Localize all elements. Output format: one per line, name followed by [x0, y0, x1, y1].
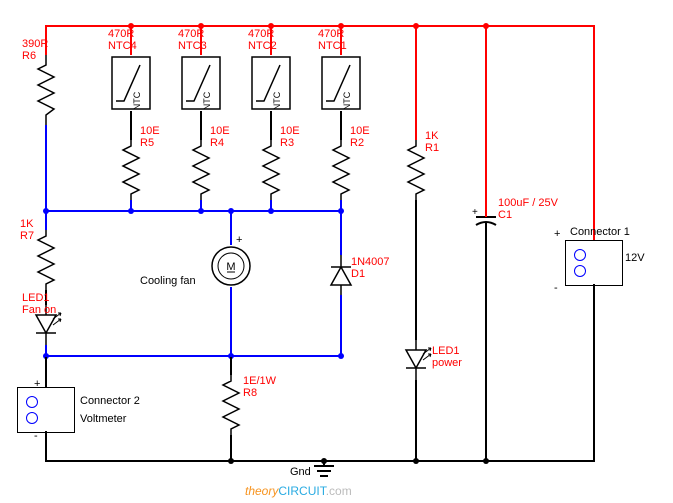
label-conn1-voltage: 12V — [625, 252, 645, 265]
resistor-r7 — [36, 230, 56, 295]
resistor-r4 — [191, 140, 211, 205]
junction — [228, 458, 234, 464]
wire — [415, 200, 417, 340]
label-conn1-plus: + — [554, 228, 560, 241]
connector-pin-icon — [26, 396, 38, 408]
label-r5-ref: R5 — [140, 137, 154, 150]
wire — [485, 235, 487, 460]
label-r7-ref: R7 — [20, 230, 34, 243]
wire — [485, 25, 487, 205]
junction — [483, 458, 489, 464]
wire — [230, 357, 232, 375]
led-power — [401, 340, 431, 385]
connector-pin-icon — [26, 412, 38, 424]
label-led-fan-desc: Fan on — [22, 304, 56, 317]
resistor-r8 — [221, 375, 241, 440]
label-conn2-minus: - — [34, 430, 38, 443]
label-ntc4-ref: NTC4 — [108, 40, 137, 53]
junction — [128, 208, 134, 214]
junction — [198, 208, 204, 214]
svg-text:NTC: NTC — [202, 91, 212, 110]
resistor-r5 — [121, 140, 141, 205]
wire — [230, 287, 232, 357]
label-c1-ref: C1 — [498, 209, 512, 222]
resistor-r6 — [36, 55, 56, 130]
svg-text:NTC: NTC — [272, 91, 282, 110]
junction — [413, 23, 419, 29]
wire — [340, 111, 342, 140]
thermistor-ntc1: NTC — [320, 55, 362, 116]
junction — [483, 23, 489, 29]
svg-text:+: + — [472, 207, 478, 218]
wire — [593, 25, 595, 240]
wire — [45, 125, 47, 210]
label-r4-ref: R4 — [210, 137, 224, 150]
wire — [415, 380, 417, 460]
label-conn1-minus: - — [554, 282, 558, 295]
label-conn2-desc: Voltmeter — [80, 413, 126, 426]
credit-suf: .com — [326, 484, 352, 498]
label-ntc1-ref: NTC1 — [318, 40, 347, 53]
label-r1-ref: R1 — [425, 142, 439, 155]
wire — [130, 111, 132, 140]
resistor-r2 — [331, 140, 351, 205]
wire — [415, 25, 417, 140]
label-ntc3-ref: NTC3 — [178, 40, 207, 53]
thermistor-ntc3: NTC — [180, 55, 222, 116]
label-r2-ref: R2 — [350, 137, 364, 150]
motor-fan: M — [210, 245, 252, 292]
label-r8-ref: R8 — [243, 387, 257, 400]
junction — [321, 458, 327, 464]
thermistor-ntc2: NTC — [250, 55, 292, 116]
wire — [593, 284, 595, 460]
wire-bus-top — [45, 210, 342, 212]
schematic-canvas: 390R R6 NTC 470R NTC4 NTC 470R NTC3 NTC … — [0, 0, 673, 503]
label-led-pwr-desc: power — [432, 357, 462, 370]
junction — [268, 208, 274, 214]
label-conn1-name: Connector 1 — [570, 226, 630, 239]
credit-text: theoryCIRCUIT.com — [245, 484, 352, 498]
ground-icon — [312, 460, 336, 487]
connector-pin-icon — [574, 249, 586, 261]
wire — [45, 431, 47, 460]
connector-2 — [17, 387, 75, 433]
wire — [340, 295, 342, 357]
wire — [340, 210, 342, 255]
resistor-r1 — [406, 140, 426, 205]
connector-pin-icon — [574, 265, 586, 277]
label-ntc2-ref: NTC2 — [248, 40, 277, 53]
resistor-r3 — [261, 140, 281, 205]
junction — [228, 208, 234, 214]
wire — [230, 435, 232, 460]
junction — [413, 458, 419, 464]
junction — [338, 353, 344, 359]
svg-text:NTC: NTC — [342, 91, 352, 110]
label-motor-plus: + — [236, 234, 242, 247]
credit-main: CIRCUIT — [278, 484, 325, 498]
wire — [45, 210, 47, 230]
label-r6-ref: R6 — [22, 50, 36, 63]
svg-text:NTC: NTC — [132, 91, 142, 110]
label-fan: Cooling fan — [140, 275, 196, 288]
wire — [45, 357, 47, 387]
wire-bus-bot — [45, 355, 342, 357]
thermistor-ntc4: NTC — [110, 55, 152, 116]
svg-text:M: M — [226, 261, 235, 273]
label-conn2-name: Connector 2 — [80, 395, 140, 408]
label-r3-ref: R3 — [280, 137, 294, 150]
label-d1-ref: D1 — [351, 268, 365, 281]
credit-pre: theory — [245, 484, 278, 498]
label-gnd: Gnd — [290, 466, 311, 479]
wire — [200, 111, 202, 140]
wire — [230, 210, 232, 245]
connector-1 — [565, 240, 623, 286]
wire — [270, 111, 272, 140]
